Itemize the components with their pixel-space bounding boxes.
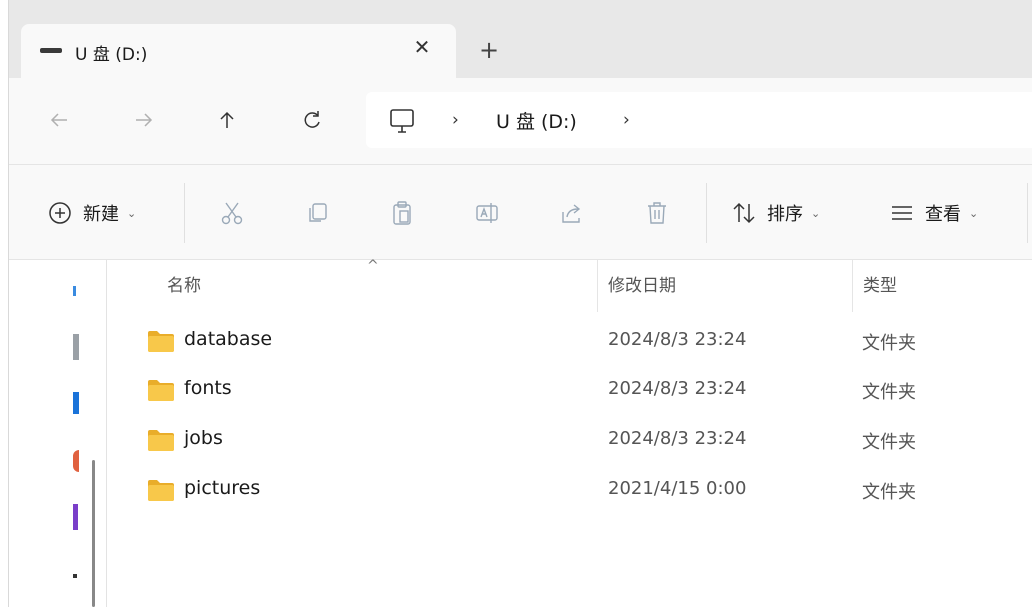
sort-button-label: 排序 bbox=[767, 204, 803, 225]
file-explorer-window: U 盘 (D:) ✕ + › U 盘 (D:) › 新建 ⌄ 排序 ⌄ 查看 ⌄… bbox=[9, 0, 1032, 607]
column-name-label: 名称 bbox=[167, 276, 201, 296]
up-button[interactable] bbox=[209, 102, 245, 138]
arrow-right-icon bbox=[136, 113, 153, 127]
tab-drive-d[interactable]: U 盘 (D:) ✕ bbox=[21, 24, 456, 78]
sort-button[interactable]: 排序 ⌄ bbox=[731, 195, 820, 231]
share-button[interactable] bbox=[559, 195, 585, 231]
file-list: 名称 ^ 修改日期 类型 database 2024/8/3 23:24 文件夹… bbox=[107, 258, 1032, 607]
this-pc-icon[interactable] bbox=[388, 107, 416, 135]
column-header-date[interactable]: 修改日期 bbox=[598, 260, 852, 312]
toolbar-divider bbox=[184, 183, 185, 243]
paste-icon bbox=[393, 201, 411, 225]
file-row-fonts[interactable]: fonts 2024/8/3 23:24 文件夹 bbox=[107, 366, 1032, 414]
back-button[interactable] bbox=[41, 102, 77, 138]
file-row-pictures[interactable]: pictures 2021/4/15 0:00 文件夹 bbox=[107, 466, 1032, 514]
list-view-icon bbox=[892, 206, 912, 220]
sort-ascending-icon: ^ bbox=[367, 258, 379, 274]
file-row-database[interactable]: database 2024/8/3 23:24 文件夹 bbox=[107, 317, 1032, 365]
column-date-label: 修改日期 bbox=[608, 276, 676, 296]
rename-button[interactable] bbox=[474, 195, 500, 231]
rename-icon bbox=[476, 203, 498, 223]
file-name: jobs bbox=[184, 427, 223, 449]
delete-button[interactable] bbox=[644, 195, 670, 231]
expand-bullet-icon[interactable] bbox=[73, 574, 77, 578]
videos-icon[interactable] bbox=[73, 504, 78, 530]
file-date: 2024/8/3 23:24 bbox=[608, 428, 747, 449]
column-type-label: 类型 bbox=[863, 276, 897, 296]
desktop-icon[interactable] bbox=[73, 334, 79, 360]
quick-access-icon[interactable] bbox=[73, 286, 76, 296]
forward-button[interactable] bbox=[126, 102, 162, 138]
chevron-down-icon: ⌄ bbox=[127, 206, 137, 220]
breadcrumb-drive-d[interactable]: U 盘 (D:) bbox=[496, 107, 577, 134]
toolbar-divider bbox=[1027, 183, 1028, 243]
arrow-up-icon bbox=[220, 111, 234, 128]
file-name: fonts bbox=[184, 377, 232, 399]
file-row-jobs[interactable]: jobs 2024/8/3 23:24 文件夹 bbox=[107, 416, 1032, 464]
file-name: database bbox=[184, 328, 273, 350]
cut-icon bbox=[221, 202, 243, 225]
refresh-button[interactable] bbox=[294, 102, 330, 138]
tab-title: U 盘 (D:) bbox=[75, 45, 148, 65]
new-button[interactable]: 新建 ⌄ bbox=[47, 195, 136, 231]
usb-drive-icon bbox=[40, 48, 62, 53]
downloads-icon[interactable] bbox=[73, 392, 79, 414]
file-date: 2021/4/15 0:00 bbox=[608, 478, 747, 499]
window-left-border bbox=[0, 0, 9, 607]
file-name: pictures bbox=[184, 477, 261, 499]
folder-icon bbox=[148, 331, 174, 352]
file-type: 文件夹 bbox=[862, 382, 916, 403]
tab-bar: U 盘 (D:) ✕ + bbox=[9, 0, 1032, 78]
refresh-icon bbox=[304, 111, 320, 128]
column-header-type[interactable]: 类型 bbox=[853, 260, 1032, 312]
file-date: 2024/8/3 23:24 bbox=[608, 378, 747, 399]
plus-circle-icon bbox=[49, 202, 71, 224]
copy-icon bbox=[309, 203, 327, 222]
folder-icon bbox=[148, 380, 174, 401]
new-tab-button[interactable]: + bbox=[475, 36, 503, 64]
copy-button[interactable] bbox=[304, 195, 330, 231]
sort-arrows-icon bbox=[733, 202, 755, 224]
arrow-left-icon bbox=[50, 113, 67, 127]
file-type: 文件夹 bbox=[862, 333, 916, 354]
share-icon bbox=[562, 204, 581, 223]
folder-icon bbox=[148, 430, 174, 451]
music-icon[interactable] bbox=[73, 450, 79, 472]
chevron-down-icon: ⌄ bbox=[969, 206, 979, 220]
breadcrumb-chevron[interactable]: › bbox=[452, 110, 459, 130]
file-type: 文件夹 bbox=[862, 482, 916, 503]
navigation-pane bbox=[9, 260, 107, 607]
chevron-down-icon: ⌄ bbox=[811, 206, 821, 220]
close-tab-icon[interactable]: ✕ bbox=[409, 34, 435, 60]
file-type: 文件夹 bbox=[862, 432, 916, 453]
navigation-bar: › U 盘 (D:) › bbox=[9, 78, 1032, 165]
navigation-pane-scrollbar[interactable] bbox=[92, 460, 95, 607]
file-date: 2024/8/3 23:24 bbox=[608, 329, 747, 350]
toolbar-divider bbox=[706, 183, 707, 243]
address-bar[interactable]: › U 盘 (D:) › bbox=[366, 92, 1032, 148]
view-button[interactable]: 查看 ⌄ bbox=[889, 195, 978, 231]
paste-button[interactable] bbox=[389, 195, 415, 231]
delete-icon bbox=[648, 202, 666, 224]
command-bar: 新建 ⌄ 排序 ⌄ 查看 ⌄ bbox=[9, 165, 1032, 260]
breadcrumb-chevron-end[interactable]: › bbox=[623, 110, 630, 130]
cut-button[interactable] bbox=[219, 195, 245, 231]
folder-icon bbox=[148, 480, 174, 501]
view-button-label: 查看 bbox=[925, 204, 961, 225]
new-button-label: 新建 bbox=[83, 204, 119, 225]
